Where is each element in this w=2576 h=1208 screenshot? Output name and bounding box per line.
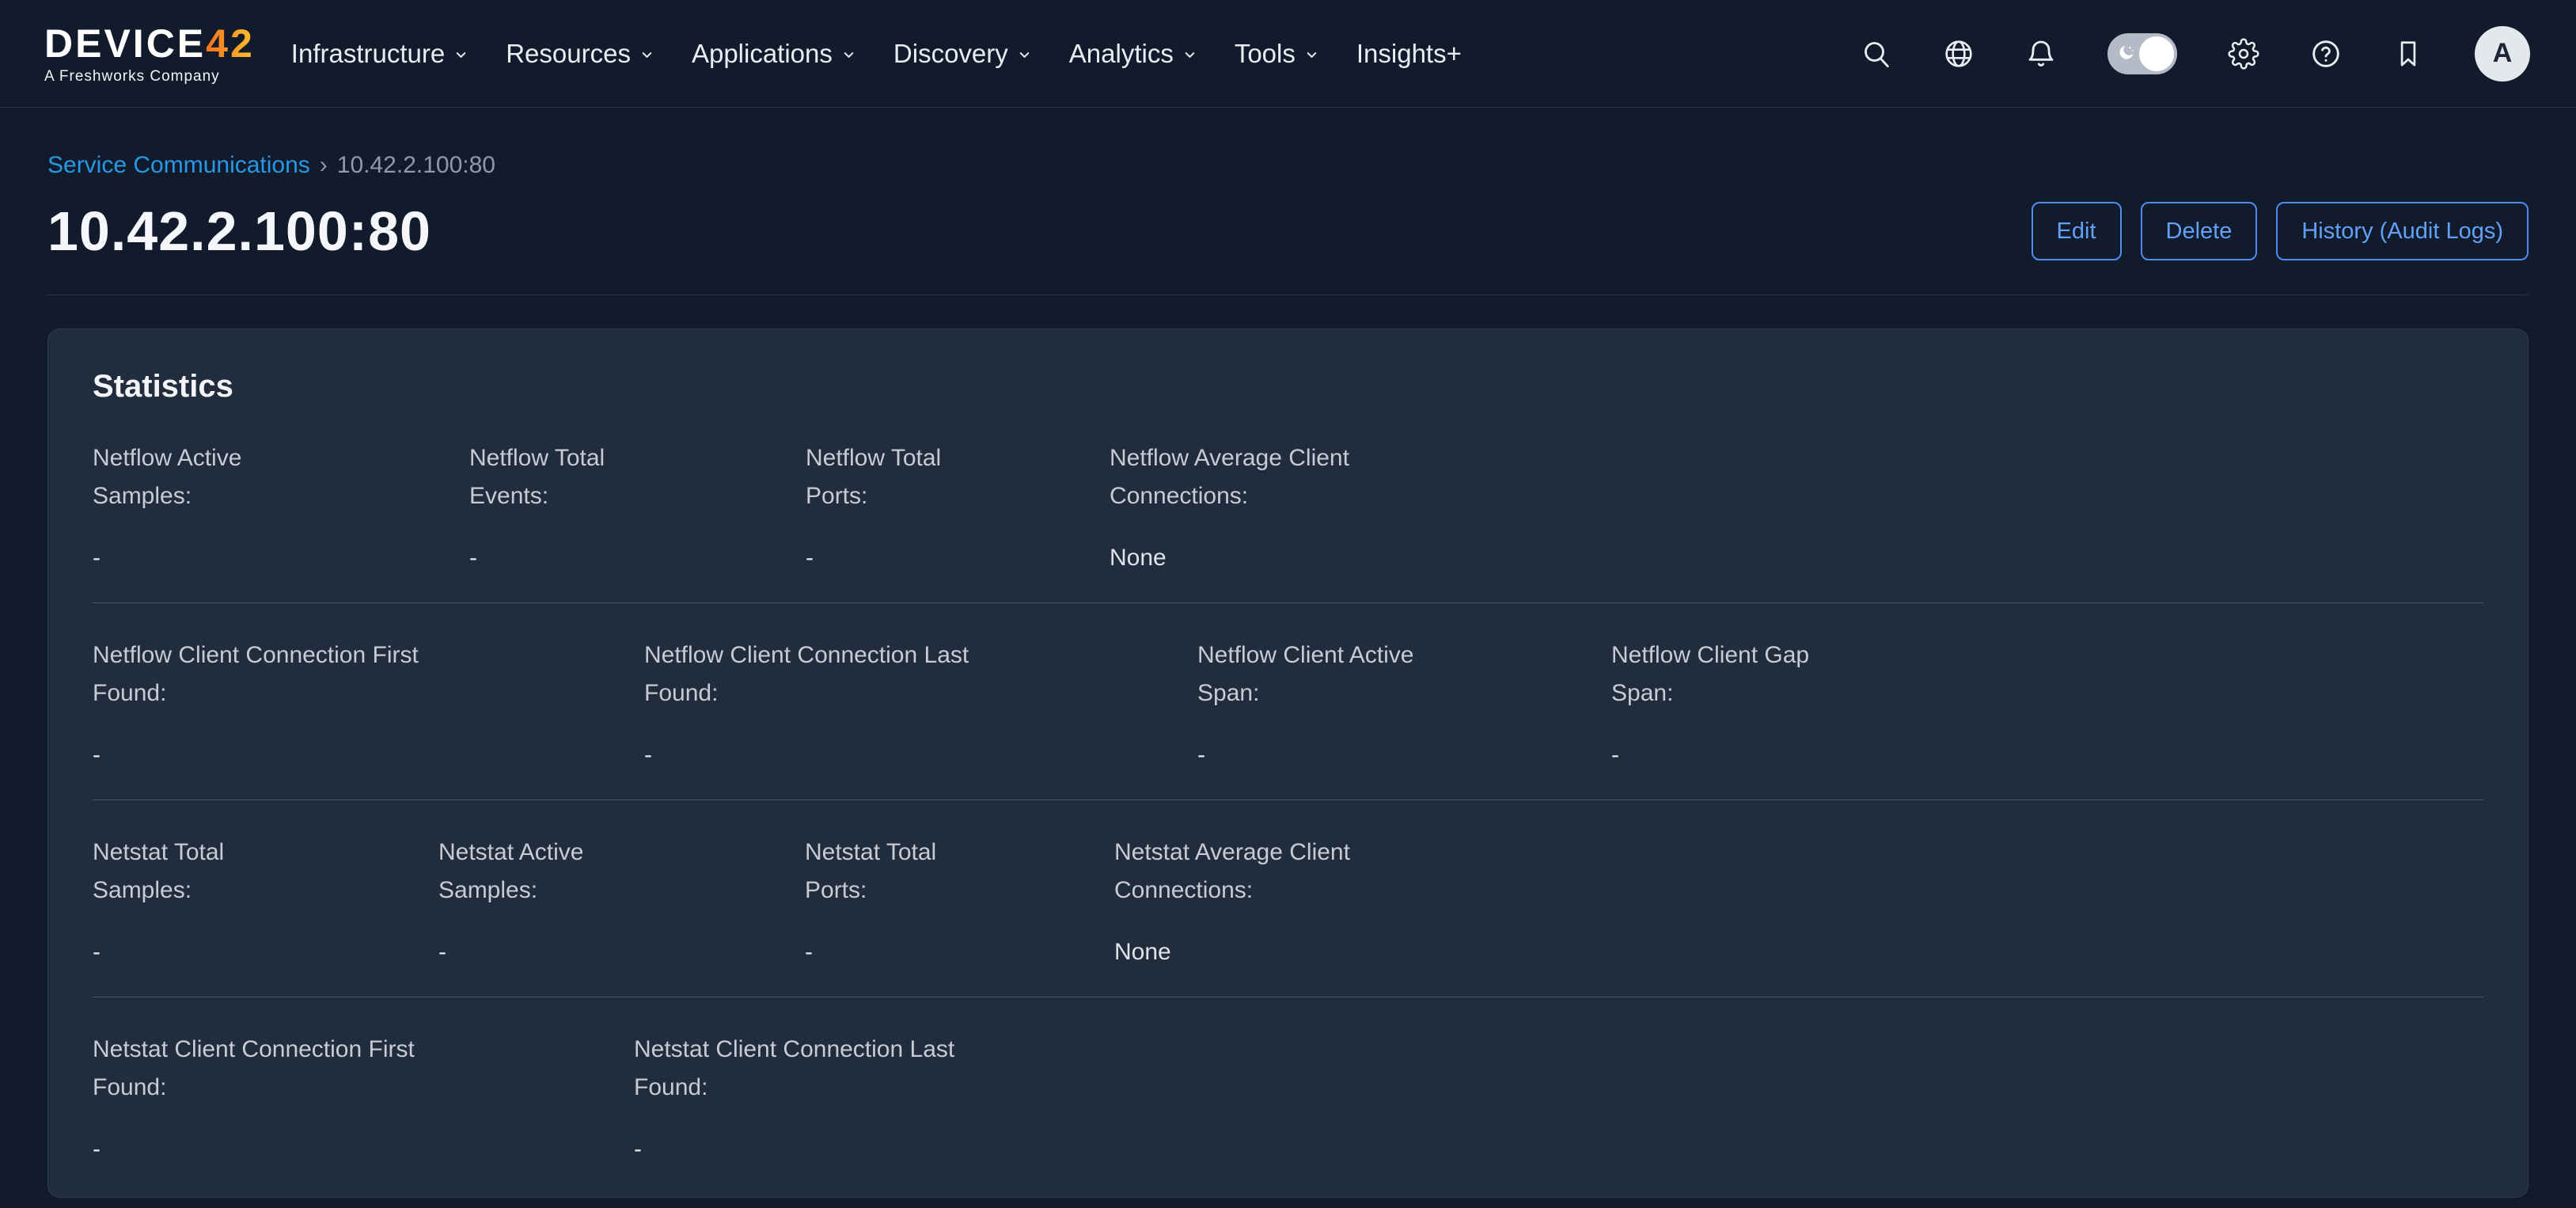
brand-logo[interactable]: DEVICE42 A Freshworks Company [44,24,255,84]
stat-value: - [469,542,806,574]
stat-value: - [644,739,1197,771]
stat-netflow-total-events: Netflow TotalEvents: - [469,439,806,574]
delete-button[interactable]: Delete [2141,202,2258,260]
stat-value: None [1114,936,2483,968]
stat-value: - [806,542,1110,574]
nav-analytics[interactable]: Analytics [1069,39,1197,69]
stat-netflow-total-ports: Netflow TotalPorts: - [806,439,1110,574]
moon-icon [2115,43,2137,65]
stat-netflow-client-active-span: Netflow Client ActiveSpan: - [1197,636,1611,771]
chevron-down-icon [1017,47,1032,63]
chevron-down-icon [453,47,469,63]
stat-value: - [93,936,438,968]
stat-netstat-active-samples: Netstat ActiveSamples: - [438,834,805,968]
stat-label: Netflow ActiveSamples: [93,439,469,515]
breadcrumb-current: 10.42.2.100:80 [337,152,495,179]
statistics-row-netflow-summary: Netflow ActiveSamples: - Netflow TotalEv… [93,439,2483,603]
bookmark-icon[interactable] [2392,38,2424,70]
stat-netflow-average-client-connections: Netflow Average ClientConnections: None [1110,439,2483,574]
help-icon[interactable] [2310,38,2342,70]
title-row: 10.42.2.100:80 Edit Delete History (Audi… [47,199,2529,263]
avatar[interactable]: A [2475,26,2530,82]
stat-value: - [634,1134,2483,1165]
stat-label: Netstat Average ClientConnections: [1114,834,2483,910]
brand-name: DEVICE42 [44,24,255,63]
nav-applications[interactable]: Applications [692,39,856,69]
page-title: 10.42.2.100:80 [47,199,431,263]
stat-netflow-client-gap-span: Netflow Client GapSpan: - [1611,636,2483,771]
stat-label: Netflow TotalPorts: [806,439,1110,515]
notifications-bell-icon[interactable] [2025,38,2057,70]
avatar-letter: A [2493,38,2513,69]
toggle-knob [2139,36,2174,71]
globe-icon[interactable] [1943,38,1975,70]
header-actions: A [1861,26,2530,82]
stat-label: Netstat Client Connection LastFound: [634,1031,2483,1107]
stat-label: Netflow Client ActiveSpan: [1197,636,1611,712]
stat-netstat-client-connection-last-found: Netstat Client Connection LastFound: - [634,1031,2483,1165]
page-content: Service Communications › 10.42.2.100:80 … [0,152,2576,1198]
breadcrumb-separator: › [320,152,328,179]
top-nav-bar: DEVICE42 A Freshworks Company Infrastruc… [0,0,2576,108]
breadcrumb-link-service-communications[interactable]: Service Communications [47,152,310,179]
breadcrumb: Service Communications › 10.42.2.100:80 [47,152,2529,179]
stat-value: - [1611,739,2483,771]
stat-value: - [805,936,1114,968]
stat-label: Netflow Client Connection FirstFound: [93,636,644,712]
stat-netstat-client-connection-first-found: Netstat Client Connection FirstFound: - [93,1031,634,1165]
stat-label: Netstat TotalSamples: [93,834,438,910]
statistics-row-netstat-connections: Netstat Client Connection FirstFound: - … [93,997,2483,1168]
chevron-down-icon [841,47,856,63]
stat-value: - [93,739,644,771]
title-divider [47,294,2529,295]
chevron-down-icon [1182,47,1197,63]
stat-label: Netstat TotalPorts: [805,834,1114,910]
statistics-row-netstat-summary: Netstat TotalSamples: - Netstat ActiveSa… [93,800,2483,997]
statistics-heading: Statistics [93,369,2483,405]
nav-discovery[interactable]: Discovery [893,39,1032,69]
stat-label: Netflow Average ClientConnections: [1110,439,2483,515]
stat-netstat-total-samples: Netstat TotalSamples: - [93,834,438,968]
brand-name-accent: 42 [206,21,255,66]
nav-tools[interactable]: Tools [1235,39,1319,69]
chevron-down-icon [1304,47,1319,63]
nav-infrastructure[interactable]: Infrastructure [291,39,469,69]
stat-value: - [1197,739,1611,771]
stat-value: - [438,936,805,968]
gear-icon[interactable] [2228,38,2259,70]
nav-resources[interactable]: Resources [506,39,654,69]
stat-label: Netflow Client GapSpan: [1611,636,2483,712]
stat-label: Netflow TotalEvents: [469,439,806,515]
page-actions: Edit Delete History (Audit Logs) [2032,202,2529,260]
stat-netstat-average-client-connections: Netstat Average ClientConnections: None [1114,834,2483,968]
stat-netflow-active-samples: Netflow ActiveSamples: - [93,439,469,574]
stat-value: - [93,542,469,574]
edit-button[interactable]: Edit [2032,202,2122,260]
nav-insights[interactable]: Insights+ [1356,39,1462,69]
history-audit-logs-button[interactable]: History (Audit Logs) [2276,202,2529,260]
statistics-card: Statistics Netflow ActiveSamples: - Netf… [47,329,2529,1198]
search-icon[interactable] [1861,38,1892,70]
main-menu: Infrastructure Resources Applications Di… [291,39,1462,69]
brand-tagline: A Freshworks Company [44,69,255,84]
stat-netflow-client-connection-last-found: Netflow Client Connection LastFound: - [644,636,1197,771]
dark-mode-toggle[interactable] [2107,33,2177,74]
stat-value: - [93,1134,634,1165]
chevron-down-icon [639,47,654,63]
stat-netstat-total-ports: Netstat TotalPorts: - [805,834,1114,968]
stat-label: Netstat Client Connection FirstFound: [93,1031,634,1107]
statistics-row-netflow-connections: Netflow Client Connection FirstFound: - … [93,603,2483,800]
stat-label: Netstat ActiveSamples: [438,834,805,910]
stat-netflow-client-connection-first-found: Netflow Client Connection FirstFound: - [93,636,644,771]
stat-value: None [1110,542,2483,574]
stat-label: Netflow Client Connection LastFound: [644,636,1197,712]
